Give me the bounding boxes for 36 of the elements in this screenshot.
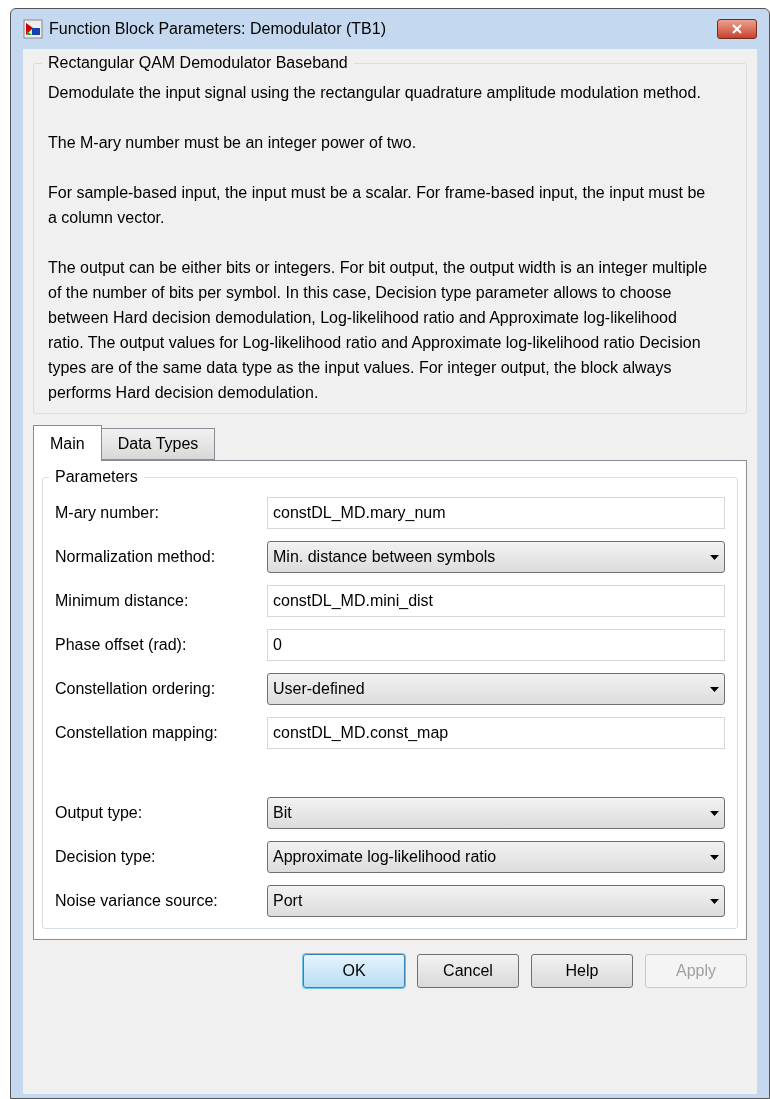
field-label: Normalization method: — [55, 547, 217, 567]
field-label: Noise variance source: — [55, 891, 219, 911]
block-icon — [23, 19, 43, 39]
tab[interactable]: Data Types — [101, 428, 216, 460]
caret-icon — [710, 898, 719, 904]
dropdown[interactable]: Port — [267, 885, 725, 917]
description-text: Demodulate the input signal using the rectangular quadrature amplitude modulation method. — [48, 83, 702, 103]
dropdown[interactable]: Approximate log-likelihood ratio — [267, 841, 725, 873]
description-text: For sample-based input, the input must be a scalar. For frame-based input, the input must be a column vector. — [48, 183, 707, 228]
input-field[interactable]: constDL_MD.mini_dist — [267, 585, 725, 617]
caret-icon — [710, 554, 719, 560]
dialog-button[interactable]: Help — [531, 954, 633, 988]
field-label: Minimum distance: — [55, 591, 190, 611]
dialog-button[interactable]: Cancel — [417, 954, 519, 988]
description-text: The M-ary number must be an integer power of two. — [48, 133, 418, 153]
input-field[interactable]: constDL_MD.const_map — [267, 717, 725, 749]
field-label: Constellation mapping: — [55, 723, 219, 743]
field-label: M-ary number: — [55, 503, 161, 523]
description-text: The output can be either bits or integers. For bit output, the output width is an integer multiple of the number of bits per symbol. In this case, Decision type parameter allows to choose between Hard decision demodulation, Log-likelihood ratio and Approximate log-likelihood ratio. The output values for Log-likelihood ratio and Approximate log-likelihood ratio Decision types are of the same data type as the input values. For integer output, the block always performs Hard decision demodulation. — [48, 258, 709, 403]
dropdown[interactable]: Bit — [267, 797, 725, 829]
input-field[interactable]: 0 — [267, 629, 725, 661]
field-label: Constellation ordering: — [55, 679, 217, 699]
caret-icon — [710, 810, 719, 816]
field-label: Phase offset (rad): — [55, 635, 188, 655]
field-label: Output type: — [55, 803, 144, 823]
caret-icon — [710, 854, 719, 860]
tab[interactable]: Main — [33, 425, 102, 461]
close-icon — [732, 24, 742, 34]
dropdown[interactable]: Min. distance between symbols — [267, 541, 725, 573]
window-title: Function Block Parameters: Demodulator (TB1) — [49, 19, 386, 39]
input-field[interactable]: constDL_MD.mary_num — [267, 497, 725, 529]
caret-icon — [710, 686, 719, 692]
close-button[interactable] — [717, 19, 757, 39]
dialog-button[interactable]: OK — [303, 954, 405, 988]
field-label: Decision type: — [55, 847, 157, 867]
dropdown[interactable]: User-defined — [267, 673, 725, 705]
